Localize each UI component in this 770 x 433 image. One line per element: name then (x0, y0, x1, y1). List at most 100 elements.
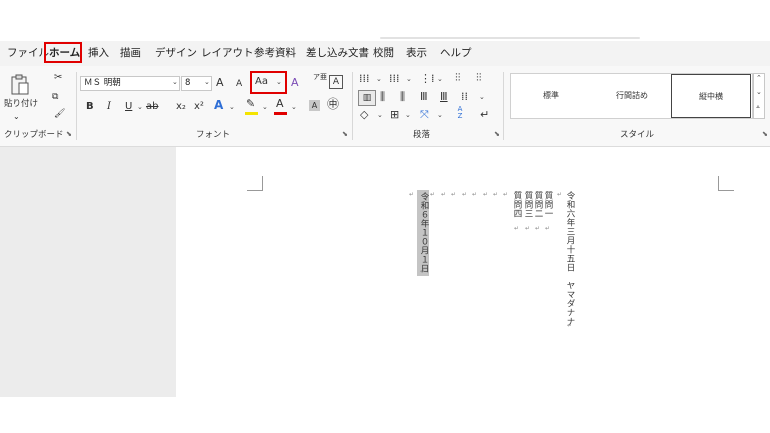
paste-button[interactable]: 貼り付け (4, 97, 38, 111)
decrease-indent-icon[interactable]: ⫶⫶ (455, 71, 461, 85)
highlighter-icon[interactable]: ✎ (246, 97, 255, 111)
align-bottom-icon[interactable]: ⫼ (400, 90, 405, 104)
bold-button[interactable]: B (86, 100, 94, 114)
justify-icon[interactable]: Ⅲ (420, 90, 428, 104)
paragraph-mark-icon: ↵ (462, 191, 468, 198)
grow-font-icon[interactable]: A (216, 76, 224, 90)
style-gallery-more-icon[interactable]: ⩡ (756, 103, 760, 112)
paragraph-mark-icon: ↵ (514, 225, 520, 232)
underline-button[interactable]: U (125, 100, 132, 114)
align-middle-icon[interactable]: ⫼ (380, 90, 385, 104)
group-separator (503, 72, 504, 140)
clipboard-launcher-icon[interactable]: ⬊ (66, 130, 72, 138)
style-no-spacing[interactable]: 行間詰め (592, 74, 672, 118)
borders-chevron-icon[interactable]: ⌄ (405, 111, 411, 119)
shading-icon[interactable]: ◇ (360, 108, 368, 122)
char-border-icon[interactable]: A (329, 75, 343, 89)
tab-review[interactable]: 校閲 (373, 46, 394, 60)
tab-mailings[interactable]: 差し込み文書 (306, 46, 369, 60)
paragraph-group-label: 段落 (413, 130, 431, 140)
doc-date-name-column: 令和六年三月十五日 ヤマダナナ (565, 191, 575, 326)
left-margin-panel (0, 147, 176, 397)
font-launcher-icon[interactable]: ⬊ (342, 130, 348, 138)
copy-icon[interactable]: ⧉ (52, 90, 58, 104)
strikethrough-button[interactable]: ab (146, 100, 158, 114)
line-spacing-chevron-icon[interactable]: ⌄ (479, 93, 485, 101)
increase-indent-icon[interactable]: ⫶⫶ (476, 71, 482, 85)
paragraph-mark-icon: ↵ (409, 191, 415, 198)
ruby-icon[interactable]: ア亜 (313, 74, 327, 81)
paragraph-mark-icon: ↵ (535, 225, 541, 232)
title-strip (0, 0, 770, 36)
tab-file[interactable]: ファイル (7, 46, 49, 60)
cut-icon[interactable]: ✂ (54, 71, 62, 85)
document-page[interactable] (176, 147, 770, 433)
paste-icon[interactable] (10, 74, 30, 96)
paragraph-mark-icon: ↵ (557, 191, 563, 198)
multilevel-chevron-icon[interactable]: ⌄ (437, 75, 443, 83)
shading-chevron-icon[interactable]: ⌄ (377, 111, 383, 119)
style-tate-chu-yoko[interactable]: 縦中横 (671, 74, 751, 118)
align-top-icon[interactable]: ▥ (358, 90, 376, 106)
styles-launcher-icon[interactable]: ⬊ (762, 130, 768, 138)
tab-home-highlight-box (44, 42, 82, 63)
tab-insert[interactable]: 挿入 (88, 46, 109, 60)
style-scroll-down-icon[interactable]: ⌄ (756, 88, 762, 96)
line-spacing-icon[interactable]: ⁞⁞ (461, 90, 468, 104)
doc-question-3: 質問三 (523, 191, 533, 218)
tab-design[interactable]: デザイン (155, 46, 197, 60)
font-name-box[interactable]: ＭＳ 明朝 (80, 76, 180, 91)
char-shading-icon[interactable]: A (309, 100, 320, 111)
asian-layout-chevron-icon[interactable]: ⌄ (437, 111, 443, 119)
tab-layout[interactable]: レイアウト (201, 46, 254, 60)
show-marks-icon[interactable]: ↵ (480, 108, 489, 122)
bullets-icon[interactable]: ⁞⁞⁞ (359, 72, 370, 86)
paragraph-mark-icon: ↵ (483, 191, 489, 198)
paragraph-mark-icon: ↵ (420, 268, 426, 275)
paragraph-mark-icon: ↵ (503, 191, 509, 198)
highlight-chevron-icon[interactable]: ⌄ (262, 103, 268, 111)
paragraph-mark-icon: ↵ (525, 225, 531, 232)
numbering-icon[interactable]: ⁞⁞⁞ (389, 72, 400, 86)
tab-references[interactable]: 参考資料 (254, 46, 296, 60)
paragraph-mark-icon: ↵ (441, 191, 447, 198)
sort-icon[interactable]: A Z (455, 106, 465, 120)
enclosed-char-icon[interactable]: ㊥ (327, 97, 339, 111)
format-painter-icon[interactable]: 🖌 (54, 107, 65, 121)
style-scroll-up-icon[interactable]: ⌃ (756, 74, 762, 82)
change-case-chevron-icon[interactable]: ⌄ (276, 78, 282, 86)
font-size-chevron-icon[interactable]: ⌄ (204, 78, 210, 86)
clear-formatting-icon[interactable]: A (291, 76, 299, 90)
paragraph-mark-icon: ↵ (472, 191, 478, 198)
change-case-button[interactable]: Aa (255, 75, 268, 89)
paste-dropdown-chevron-icon[interactable]: ⌄ (13, 110, 20, 124)
tab-view[interactable]: 表示 (406, 46, 427, 60)
numbering-chevron-icon[interactable]: ⌄ (406, 75, 412, 83)
text-effects-chevron-icon[interactable]: ⌄ (229, 103, 235, 111)
tab-draw[interactable]: 描画 (120, 46, 141, 60)
crop-mark-top-right (718, 176, 734, 191)
doc-question-1: 質問一 (543, 191, 553, 218)
paragraph-mark-icon: ↵ (567, 322, 573, 329)
text-effects-icon[interactable]: A (214, 98, 223, 112)
underline-chevron-icon[interactable]: ⌄ (137, 103, 143, 111)
font-color-swatch (274, 112, 287, 115)
subscript-button[interactable]: x₂ (176, 100, 186, 114)
tab-help[interactable]: ヘルプ (440, 46, 472, 60)
paragraph-launcher-icon[interactable]: ⬊ (494, 130, 500, 138)
style-normal[interactable]: 標準 (511, 74, 591, 118)
shrink-font-icon[interactable]: A (236, 77, 242, 91)
font-color-icon[interactable]: A (276, 97, 284, 111)
italic-button[interactable]: I (107, 100, 111, 114)
distribute-icon[interactable]: Ⅲ (440, 90, 448, 104)
superscript-button[interactable]: x² (194, 100, 204, 114)
doc-question-2: 質問二 (533, 191, 543, 218)
borders-icon[interactable]: ⊞ (390, 108, 399, 122)
bullets-chevron-icon[interactable]: ⌄ (376, 75, 382, 83)
font-color-chevron-icon[interactable]: ⌄ (291, 103, 297, 111)
multilevel-list-icon[interactable]: ⋮⁞ (420, 72, 435, 86)
asian-layout-icon[interactable]: ⤧ (420, 108, 429, 122)
paragraph-mark-icon: ↵ (545, 225, 551, 232)
font-name-chevron-icon[interactable]: ⌄ (172, 78, 178, 86)
doc-selected-date-column[interactable]: 令和６年１０月１日 (419, 192, 429, 273)
